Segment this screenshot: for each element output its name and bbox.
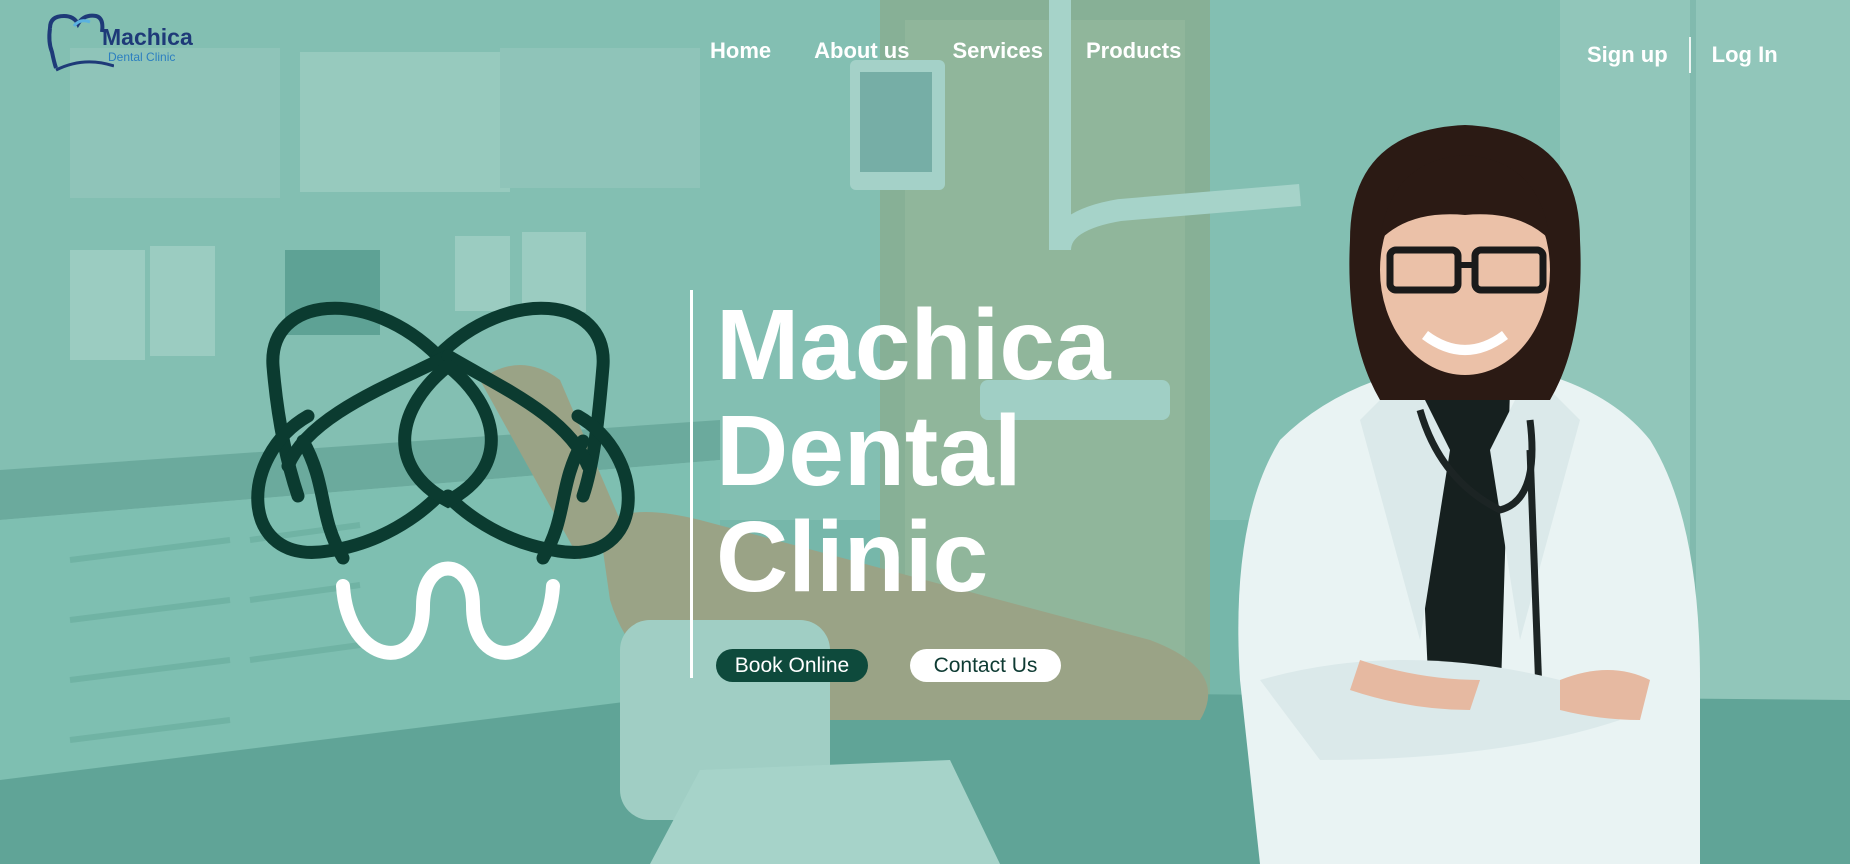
hero-title: Machica Dental Clinic [716,292,1111,610]
contact-us-button[interactable]: Contact Us [910,649,1061,682]
brand-tagline: Dental Clinic [108,50,176,64]
nav-services[interactable]: Services [952,38,1043,64]
nav-about-us[interactable]: About us [814,38,909,64]
brand-name: Machica [102,24,193,50]
hero-title-line-3: Clinic [716,501,989,613]
login-link[interactable]: Log In [1712,42,1778,68]
hero-title-line-1: Machica [716,289,1111,401]
auth-links: Sign up Log In [1587,37,1778,73]
main-nav: Home About us Services Products [710,38,1224,64]
book-online-button[interactable]: Book Online [716,649,868,682]
landing-page: Machica Dental Clinic Home About us Serv… [0,0,1850,864]
hero-divider [690,290,693,678]
brand-logo[interactable]: Machica Dental Clinic [44,12,204,82]
tooth-emblem-icon [248,296,648,672]
doctor-photo [1200,120,1720,864]
hero-title-line-2: Dental [716,395,1022,507]
signup-link[interactable]: Sign up [1587,42,1668,68]
auth-divider [1688,37,1691,73]
nav-products[interactable]: Products [1086,38,1181,64]
nav-home[interactable]: Home [710,38,771,64]
